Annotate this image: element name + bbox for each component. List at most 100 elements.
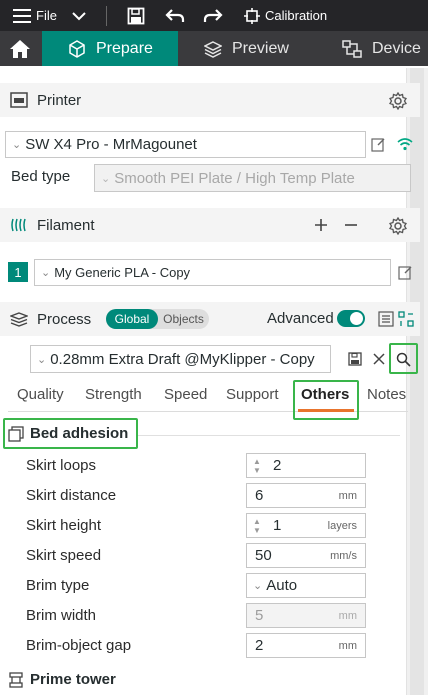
menu-button[interactable]: File (12, 0, 57, 31)
process-preset-select[interactable]: ⌄ 0.28mm Extra Draft @MyKlipper - Copy (30, 345, 331, 373)
param-brim-type-label: Brim type (26, 577, 90, 594)
undo-icon (165, 8, 185, 22)
remove-filament-button[interactable] (342, 216, 360, 234)
prime-tower-title: Prime tower (30, 671, 116, 688)
param-skirt-height-input[interactable]: ▲ ▼ 1 layers (246, 513, 366, 538)
filament-value: My Generic PLA - Copy (54, 265, 191, 280)
home-icon (10, 39, 30, 58)
bed-type-label: Bed type (11, 168, 71, 185)
printer-section-header: Printer (0, 83, 420, 117)
param-brim-object-gap-value: 2 (255, 637, 264, 654)
param-skirt-speed-unit: mm/s (330, 549, 357, 562)
sidebar-panel (0, 66, 428, 695)
param-skirt-speed-input[interactable]: 50 mm/s (246, 543, 366, 568)
param-skirt-speed-value: 50 (255, 547, 272, 564)
process-icon (10, 312, 28, 327)
separator (106, 0, 107, 31)
param-skirt-height-unit: layers (327, 519, 357, 532)
device-icon (342, 39, 362, 58)
param-skirt-speed-label: Skirt speed (26, 547, 102, 564)
printer-section-title: Printer (37, 91, 82, 109)
printer-settings-button[interactable] (388, 91, 408, 111)
compare-button[interactable] (397, 310, 415, 328)
spinner-icon[interactable]: ▲ ▼ (253, 457, 267, 475)
prime-tower-icon (9, 671, 23, 688)
redo-icon (203, 8, 223, 22)
filament-icon (11, 218, 26, 232)
tab-device-label: Device (372, 39, 421, 57)
close-preset-button[interactable] (370, 350, 388, 368)
calibration-button[interactable]: Calibration (244, 0, 327, 31)
scrollbar-thumb[interactable] (410, 68, 424, 695)
redo-button[interactable] (203, 0, 223, 31)
param-brim-width-input[interactable]: 5 mm (246, 603, 366, 628)
save-preset-button[interactable] (346, 350, 364, 368)
title-bar: File Calibration (0, 0, 428, 31)
wifi-icon (397, 138, 413, 151)
undo-button[interactable] (165, 0, 185, 31)
filament-select[interactable]: ⌄ My Generic PLA - Copy (34, 259, 391, 286)
bed-type-value: Smooth PEI Plate / High Temp Plate (114, 169, 355, 187)
save-icon (348, 352, 362, 366)
param-brim-width-label: Brim width (26, 607, 97, 624)
param-brim-type-select[interactable]: ⌄ Auto (246, 573, 366, 598)
subtab-speed[interactable]: Speed (164, 386, 207, 403)
add-filament-button[interactable] (312, 216, 330, 234)
list-icon (378, 311, 394, 327)
tab-device[interactable]: Device (320, 31, 428, 66)
bed-adhesion-highlight (3, 418, 138, 449)
plus-icon (315, 219, 327, 231)
subtab-strength[interactable]: Strength (85, 386, 142, 403)
edit-icon (397, 265, 411, 280)
bed-type-select[interactable]: ⌄ Smooth PEI Plate / High Temp Plate (94, 164, 411, 192)
advanced-toggle[interactable] (337, 310, 365, 327)
tab-prepare[interactable]: Prepare (42, 31, 178, 66)
param-brim-type-value: Auto (266, 577, 298, 594)
chevron-down-icon: ⌄ (41, 267, 51, 279)
filament-settings-button[interactable] (388, 216, 408, 236)
toggle-objects-option[interactable]: Objects (158, 309, 209, 329)
param-brim-object-gap-label: Brim-object gap (26, 637, 132, 654)
param-skirt-distance-label: Skirt distance (26, 487, 117, 504)
chevron-down-icon: ⌄ (12, 139, 22, 151)
param-brim-width-unit: mm (338, 609, 357, 622)
edit-printer-button[interactable] (369, 135, 387, 153)
layers-icon (204, 40, 222, 58)
subtab-support[interactable]: Support (226, 386, 279, 403)
subtab-notes[interactable]: Notes (367, 386, 406, 403)
save-button[interactable] (127, 0, 145, 31)
advanced-toggle-knob (350, 312, 363, 325)
chevron-down-icon: ⌄ (253, 580, 263, 592)
printer-icon (10, 92, 28, 108)
calibration-label: Calibration (265, 8, 328, 23)
param-skirt-distance-value: 6 (255, 487, 264, 504)
process-preset-value: 0.28mm Extra Draft @MyKlipper - Copy (50, 350, 315, 368)
toggle-global-option[interactable]: Global (106, 309, 158, 329)
filament-section-title: Filament (37, 216, 95, 234)
param-skirt-loops-input[interactable]: ▲ ▼ 2 (246, 453, 366, 478)
bed-adhesion-divider (138, 435, 400, 436)
printer-name: SW X4 Pro - MrMagounet (25, 136, 197, 153)
param-brim-object-gap-unit: mm (338, 639, 357, 652)
subtab-quality[interactable]: Quality (17, 386, 64, 403)
tab-prepare-label: Prepare (96, 39, 153, 57)
printer-select[interactable]: ⌄ SW X4 Pro - MrMagounet (5, 131, 366, 158)
dropdown-toggle[interactable] (72, 0, 86, 31)
gear-icon (389, 92, 407, 110)
param-brim-object-gap-input[interactable]: 2 mm (246, 633, 366, 658)
list-view-button[interactable] (377, 310, 395, 328)
param-brim-width-value: 5 (255, 607, 264, 624)
tab-preview[interactable]: Preview (180, 31, 300, 66)
spinner-icon[interactable]: ▲ ▼ (253, 517, 267, 535)
filament-slot-number: 1 (14, 264, 22, 280)
tab-preview-label: Preview (232, 39, 289, 57)
wifi-button[interactable] (395, 135, 415, 153)
param-skirt-height-label: Skirt height (26, 517, 102, 534)
global-objects-toggle[interactable]: Global Objects (106, 309, 209, 329)
param-skirt-distance-input[interactable]: 6 mm (246, 483, 366, 508)
edit-filament-button[interactable] (396, 263, 414, 281)
tab-home[interactable] (0, 31, 40, 66)
main-tabs: Prepare Preview Device (0, 31, 428, 66)
gear-icon (389, 217, 407, 235)
calibration-icon (244, 7, 260, 24)
